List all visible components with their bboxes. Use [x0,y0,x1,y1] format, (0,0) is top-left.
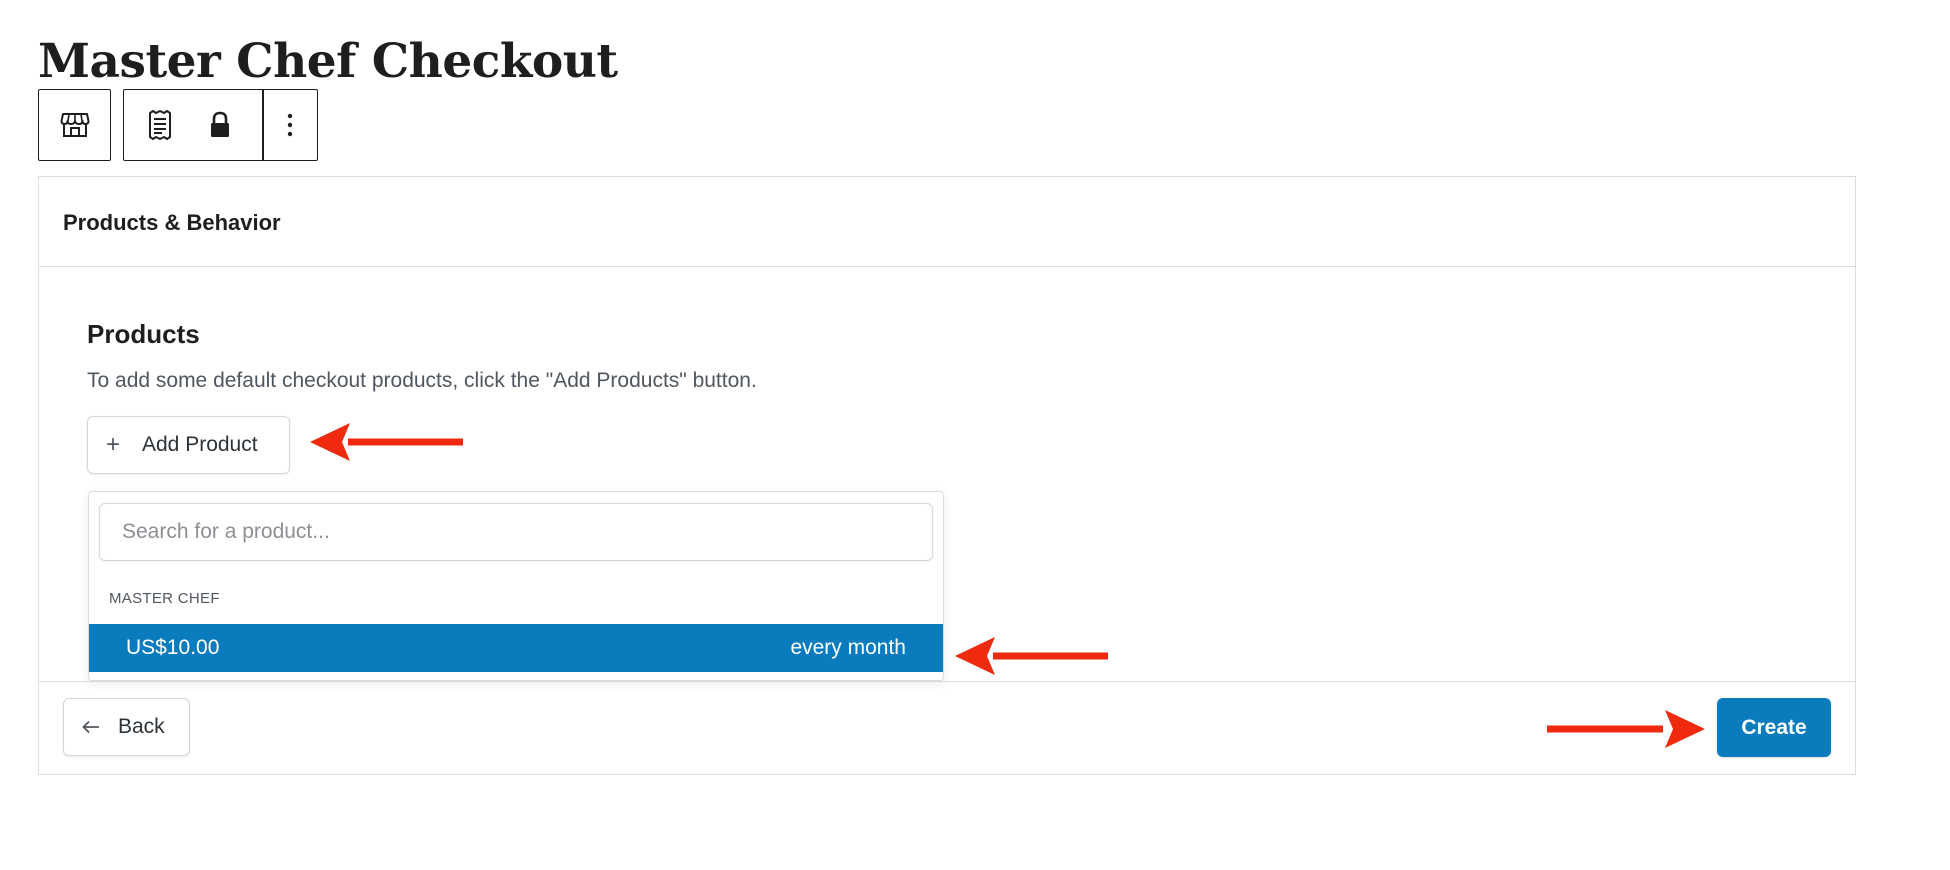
product-option-monthly[interactable]: US$10.00 every month [89,624,943,672]
plus-icon: + [106,431,121,458]
store-button[interactable] [39,90,110,160]
lock-button[interactable] [196,90,244,160]
products-behavior-panel: Products & Behavior Products To add some… [38,176,1856,775]
receipt-button[interactable] [124,90,196,160]
receipt-icon [149,110,171,140]
annotation-arrow-option [955,637,1108,675]
page-title: Master Chef Checkout [38,34,618,89]
products-section-title: Products [87,319,200,349]
lock-icon [211,111,229,137]
option-price: US$10.00 [126,636,220,659]
product-search-input[interactable] [99,503,933,561]
more-options-button[interactable] [264,90,318,160]
annotation-arrow-create [1547,710,1705,748]
back-label: Back [118,715,165,738]
panel-header: Products & Behavior [39,177,1855,267]
panel-header-title: Products & Behavior [63,210,281,235]
annotation-arrow-add-product [310,423,463,461]
arrow-left-icon [82,720,99,734]
more-vertical-icon [288,113,293,137]
products-section-description: To add some default checkout products, c… [87,369,757,392]
toolbar-group-block [38,89,111,161]
add-product-button[interactable]: + Add Product [87,416,290,474]
toolbar-group-actions [123,89,318,161]
product-search-dropdown: MASTER CHEF US$10.00 every month [88,491,944,681]
product-group-label: MASTER CHEF [109,590,220,607]
option-interval: every month [790,636,906,659]
store-icon [60,113,89,137]
add-product-label: Add Product [142,433,258,456]
create-button[interactable]: Create [1717,698,1831,757]
back-button[interactable]: Back [63,698,190,756]
